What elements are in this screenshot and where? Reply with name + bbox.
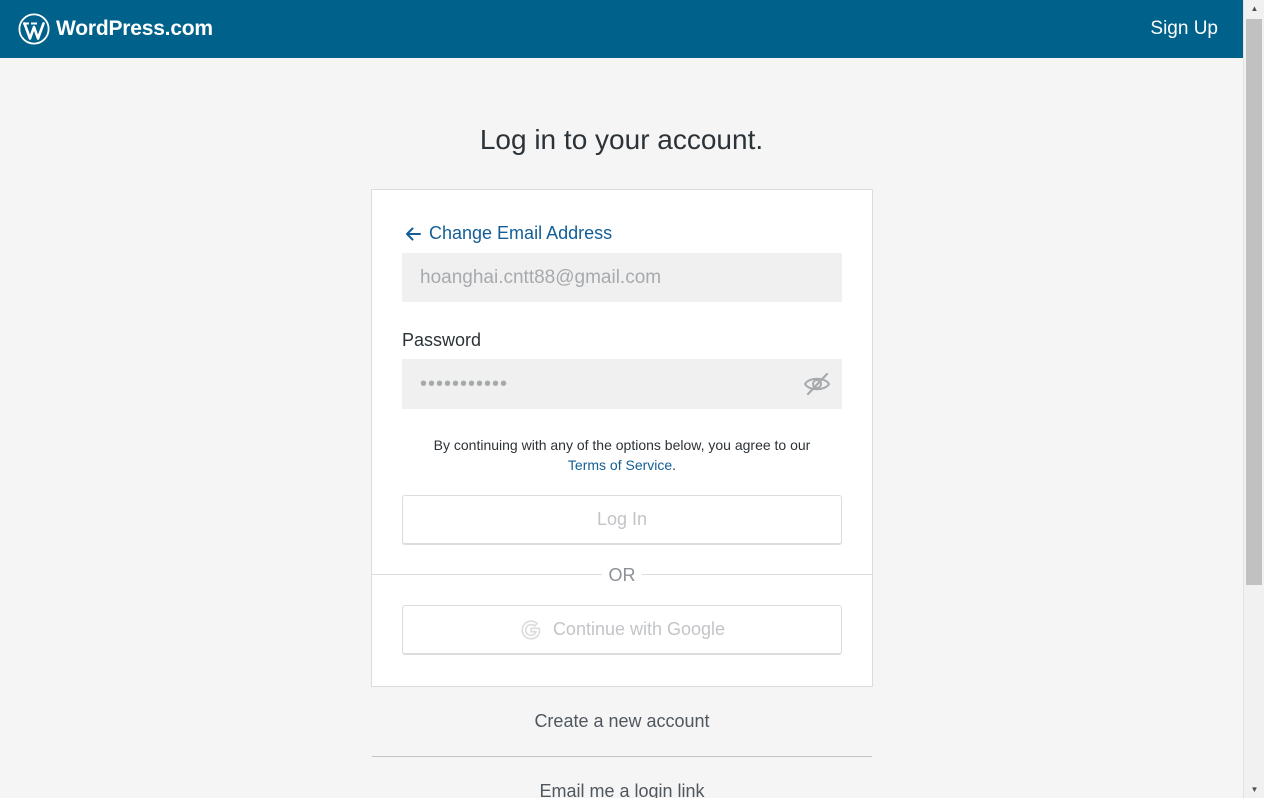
page-title: Log in to your account. <box>479 124 764 155</box>
terms-of-service-link[interactable]: Terms of Service <box>568 457 672 473</box>
wordpress-logo-icon <box>18 13 50 45</box>
brand-link[interactable]: WordPress.com <box>18 13 213 45</box>
google-icon <box>521 619 541 640</box>
or-separator-text: OR <box>602 565 642 586</box>
terms-notice: By continuing with any of the options be… <box>402 435 842 475</box>
create-account-link[interactable]: Create a new account <box>371 711 873 732</box>
change-email-label: Change Email Address <box>429 223 613 243</box>
masterbar: WordPress.com Sign Up <box>0 0 1243 58</box>
footer-divider <box>372 756 872 757</box>
scroll-down-arrow-icon[interactable]: ▼ <box>1244 781 1264 798</box>
arrow-left-icon <box>406 227 421 240</box>
login-card: Change Email Address hoanghai.cntt88@gma… <box>371 189 873 687</box>
email-login-link[interactable]: Email me a login link <box>371 781 873 798</box>
change-email-link[interactable]: Change Email Address <box>403 223 612 244</box>
password-field[interactable]: ••••••••••• <box>402 359 842 409</box>
log-in-button[interactable]: Log In <box>402 495 842 545</box>
terms-notice-period: . <box>672 457 677 473</box>
page-scrollbar[interactable]: ▲ ▼ <box>1243 0 1264 798</box>
sign-up-link[interactable]: Sign Up <box>1150 18 1218 40</box>
password-label: Password <box>402 330 482 350</box>
terms-notice-text: By continuing with any of the options be… <box>433 437 811 453</box>
scrollbar-thumb[interactable] <box>1246 19 1262 585</box>
scroll-up-arrow-icon[interactable]: ▲ <box>1244 0 1264 17</box>
continue-with-google-label: Continue with Google <box>552 619 726 639</box>
eye-slash-icon[interactable] <box>803 371 831 397</box>
continue-with-google-button[interactable]: Continue with Google <box>402 605 842 655</box>
brand-name: WordPress.com <box>56 17 213 40</box>
email-field[interactable]: hoanghai.cntt88@gmail.com <box>402 253 842 302</box>
log-in-button-label: Log In <box>596 509 648 529</box>
